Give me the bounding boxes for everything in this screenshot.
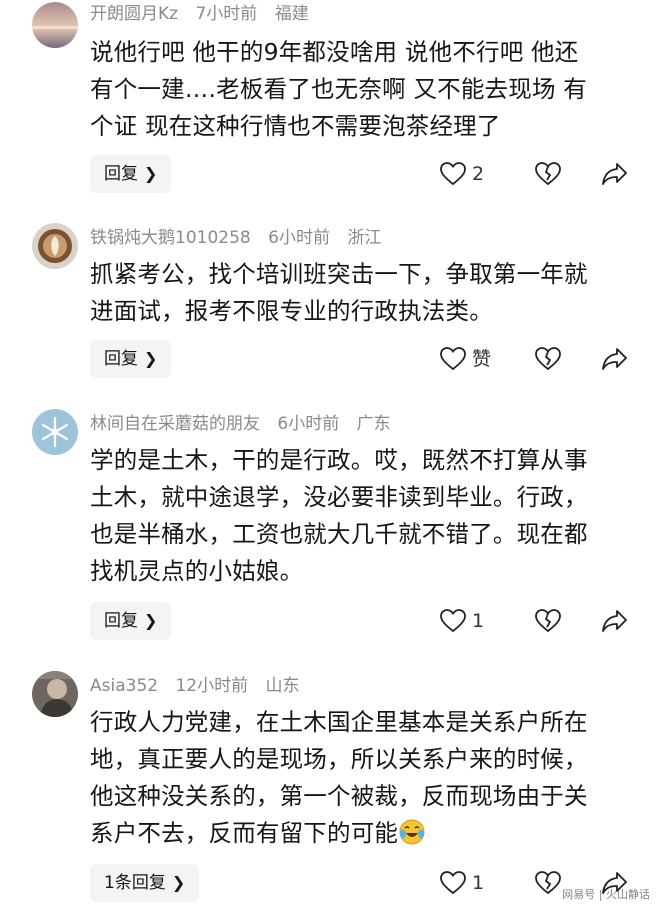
- share-arrow-icon: [602, 163, 627, 185]
- heart-outline-icon: [440, 162, 466, 186]
- comment-line: 个证 现在这种行情也不需要泡茶经理了: [90, 112, 501, 140]
- reply-label: 1条回复: [104, 873, 166, 893]
- comment-line: 系户不去，反而有留下的可能: [90, 815, 635, 852]
- comment-line: 地，真正要人的是现场，所以关系户来的时候，: [90, 745, 588, 773]
- comment-line: 说他行吧 他干的9年都没啥用 说他不行吧 他还: [90, 38, 579, 66]
- comment-meta: 开朗圆月Kz 7小时前 福建: [90, 0, 321, 28]
- reply-button[interactable]: 回复 ❯: [90, 340, 172, 378]
- comment-text: 学的是土木，干的是行政。哎，既然不打算从事 土木，就中途退学，没必要非读到毕业。…: [90, 442, 635, 590]
- like-button[interactable]: 1: [440, 868, 484, 898]
- heart-outline-icon: [440, 609, 466, 633]
- comment-line: 也是半桶水，工资也就大几千就不错了。现在都: [90, 520, 588, 548]
- share-arrow-icon: [602, 610, 627, 632]
- avatar[interactable]: [32, 2, 78, 48]
- username[interactable]: Asia352: [90, 676, 158, 696]
- heart-outline-icon: [440, 871, 466, 895]
- like-button[interactable]: 赞: [440, 344, 491, 374]
- avatar-snowflake-image: [32, 409, 78, 455]
- broken-heart-icon: [535, 871, 561, 895]
- heart-outline-icon: [440, 347, 466, 371]
- broken-heart-icon: [535, 162, 561, 186]
- comment-time: 12小时前: [175, 676, 249, 696]
- comment-location: 广东: [356, 414, 391, 434]
- like-count: 1: [472, 872, 485, 894]
- avatar[interactable]: [32, 671, 78, 717]
- username[interactable]: 铁锅炖大鹅1010258: [90, 228, 251, 248]
- broken-heart-icon: [535, 347, 561, 371]
- dislike-button[interactable]: [535, 344, 561, 374]
- comment-time: 6小时前: [277, 414, 340, 434]
- avatar[interactable]: [32, 409, 78, 455]
- watermark: 网易号 | 火山静话: [562, 888, 650, 901]
- comment-meta: Asia352 12小时前 山东: [90, 672, 312, 700]
- comment-text: 说他行吧 他干的9年都没啥用 说他不行吧 他还 有个一建….老板看了也无奈啊 又…: [90, 34, 635, 145]
- like-count: 2: [472, 163, 485, 185]
- reply-button[interactable]: 回复 ❯: [90, 602, 172, 640]
- comment-line: 有个一建….老板看了也无奈啊 又不能去现场 有: [90, 75, 588, 103]
- comment-line: 他这种没关系的，第一个被裁，反而现场由于关: [90, 782, 588, 810]
- chevron-right-icon: ❯: [144, 349, 158, 368]
- like-count: 赞: [472, 348, 492, 370]
- dislike-button[interactable]: [535, 159, 561, 189]
- comment-line: 土木，就中途退学，没必要非读到毕业。行政，: [90, 483, 588, 511]
- dislike-button[interactable]: [535, 606, 561, 636]
- dislike-button[interactable]: [535, 868, 561, 898]
- comment-location: 山东: [265, 676, 300, 696]
- comment-line-text: 系户不去，反而有留下的可能: [90, 819, 399, 847]
- reply-label: 回复: [104, 349, 138, 369]
- broken-heart-icon: [535, 609, 561, 633]
- comment-location: 浙江: [347, 228, 382, 248]
- share-button[interactable]: [602, 606, 628, 636]
- reply-button[interactable]: 回复 ❯: [90, 155, 172, 193]
- reply-label: 回复: [104, 164, 138, 184]
- comment-meta: 林间自在采蘑菇的朋友 6小时前 广东: [90, 410, 403, 438]
- comment-meta: 铁锅炖大鹅1010258 6小时前 浙江: [90, 224, 393, 252]
- avatar-photo-image: [32, 671, 78, 717]
- share-button[interactable]: [602, 344, 628, 374]
- comment-text: 抓紧考公，找个培训班突击一下，争取第一年就 进面试，报考不限专业的行政执法类。: [90, 256, 635, 330]
- like-count: 1: [472, 610, 485, 632]
- avatar-sunset-image: [32, 2, 78, 48]
- like-button[interactable]: 2: [440, 159, 484, 189]
- avatar[interactable]: [32, 223, 78, 269]
- comment-text: 行政人力党建，在土木国企里基本是关系户所在 地，真正要人的是现场，所以关系户来的…: [90, 704, 635, 852]
- comment-line: 学的是土木，干的是行政。哎，既然不打算从事: [90, 446, 588, 474]
- comment-line: 找机灵点的小姑娘。: [90, 557, 304, 585]
- username[interactable]: 林间自在采蘑菇的朋友: [90, 414, 260, 434]
- comment-time: 6小时前: [268, 228, 330, 248]
- share-arrow-icon: [602, 348, 627, 370]
- share-button[interactable]: [602, 159, 628, 189]
- comment-line: 进面试，报考不限专业的行政执法类。: [90, 297, 493, 325]
- username[interactable]: 开朗圆月Kz: [90, 4, 178, 24]
- reply-label: 回复: [104, 611, 138, 631]
- comment-line: 行政人力党建，在土木国企里基本是关系户所在: [90, 708, 588, 736]
- chevron-right-icon: ❯: [171, 873, 186, 892]
- like-button[interactable]: 1: [440, 606, 484, 636]
- comment-line: 抓紧考公，找个培训班突击一下，争取第一年就: [90, 260, 588, 288]
- reply-button[interactable]: 1条回复 ❯: [90, 864, 200, 902]
- chevron-right-icon: ❯: [144, 164, 158, 183]
- chevron-right-icon: ❯: [144, 611, 158, 630]
- crying-laughing-emoji-icon: [399, 819, 425, 845]
- comment-location: 福建: [274, 4, 309, 24]
- avatar-latte-image: [32, 223, 78, 269]
- comment-time: 7小时前: [195, 4, 258, 24]
